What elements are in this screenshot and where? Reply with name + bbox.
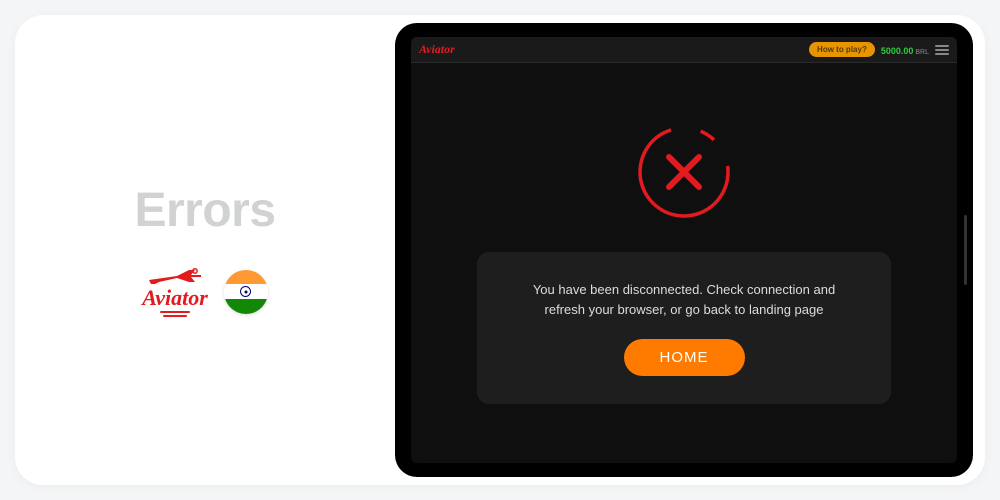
app-screen: Aviator How to play? 5000.00BRL [411, 37, 957, 463]
balance-amount: 5000.00 [881, 46, 914, 56]
main-card: Errors Aviator Aviator [15, 15, 985, 485]
error-x-icon [634, 122, 734, 222]
app-brand-logo: Aviator [419, 42, 455, 57]
header-right-group: How to play? 5000.00BRL [809, 41, 949, 59]
home-button[interactable]: HOME [624, 339, 745, 376]
balance-display: 5000.00BRL [881, 41, 929, 59]
logo-row: Aviator [142, 266, 268, 318]
hamburger-menu-icon[interactable] [935, 45, 949, 55]
india-flag-icon [224, 270, 268, 314]
errors-heading: Errors [134, 183, 275, 238]
error-message-text: You have been disconnected. Check connec… [517, 280, 852, 319]
how-to-play-button[interactable]: How to play? [809, 42, 875, 57]
aviator-logo: Aviator [142, 266, 208, 318]
tablet-device: Aviator How to play? 5000.00BRL [395, 23, 973, 477]
balance-currency: BRL [915, 49, 929, 56]
app-body: You have been disconnected. Check connec… [411, 63, 957, 463]
aviator-brand-text: Aviator [142, 285, 208, 311]
left-panel: Errors Aviator [15, 15, 395, 485]
error-message-box: You have been disconnected. Check connec… [477, 252, 892, 404]
aviator-underline-icon [160, 311, 190, 318]
app-header: Aviator How to play? 5000.00BRL [411, 37, 957, 63]
